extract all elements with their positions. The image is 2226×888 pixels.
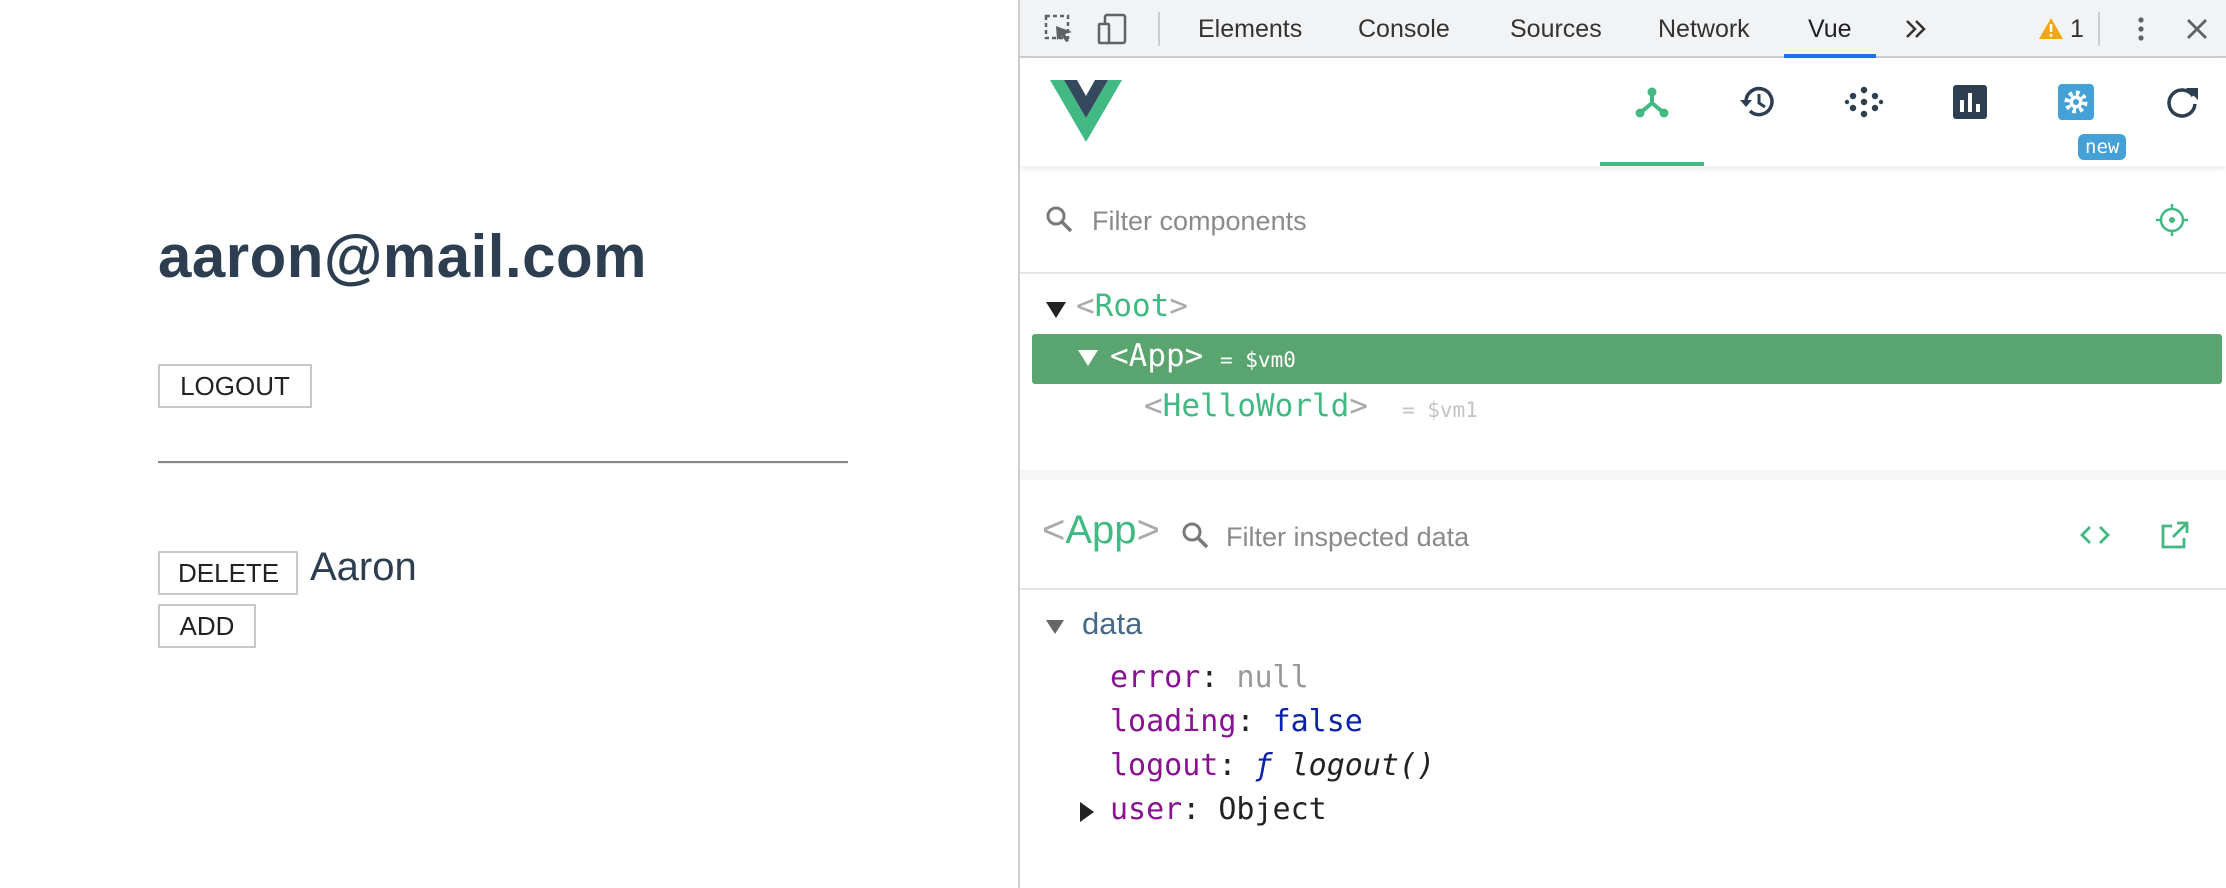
function-symbol: ƒ [1254, 748, 1273, 783]
warning-count[interactable]: 1 [2070, 0, 2084, 56]
component-name-text: Root [1094, 288, 1170, 324]
code-icon[interactable] [2078, 518, 2112, 552]
tab-console[interactable]: Console [1358, 0, 1450, 56]
prop-value: logout() [1290, 748, 1436, 783]
prop-key: error [1110, 660, 1201, 695]
history-icon [1740, 86, 1774, 117]
inspector-header: <App> [1020, 480, 2226, 590]
delete-button[interactable]: DELETE [158, 551, 298, 595]
prop-value[interactable]: null [1236, 660, 1308, 695]
expand-arrow-icon[interactable] [1080, 802, 1094, 822]
performance-icon [1953, 85, 1987, 119]
filter-inspected-data-input[interactable] [1224, 514, 1788, 560]
component-name-text: HelloWorld [1162, 388, 1350, 424]
inspect-element-icon[interactable] [1042, 12, 1076, 46]
logout-button[interactable]: LOGOUT [158, 364, 312, 408]
tab-elements[interactable]: Elements [1198, 0, 1302, 56]
collapse-arrow-icon[interactable] [1046, 620, 1064, 634]
vue-toolbar: new [1020, 58, 2226, 166]
open-in-editor-icon[interactable] [2158, 518, 2192, 552]
vm-reference: = $vm0 [1220, 348, 1296, 372]
components-icon [1635, 87, 1669, 118]
close-icon[interactable] [2180, 12, 2214, 46]
inspected-data: data error: null loading: false logout: … [1020, 598, 2226, 888]
select-component-crosshair-icon[interactable] [2154, 202, 2190, 238]
tab-network[interactable]: Network [1658, 0, 1750, 56]
expand-arrow-icon[interactable] [1046, 302, 1066, 318]
app-panel: aaron@mail.com LOGOUT DELETE Aaron ADD [0, 0, 1018, 888]
new-badge: new [2078, 134, 2127, 160]
refresh-tab[interactable] [2130, 58, 2226, 166]
refresh-icon [2167, 88, 2198, 118]
tree-node-root[interactable]: <Root> [1032, 284, 2222, 334]
toolbar-separator [1158, 12, 1160, 46]
component-name: <App> [1110, 338, 1204, 374]
toolbar-separator [2098, 12, 2100, 46]
components-tab[interactable] [1600, 58, 1704, 166]
data-prop-logout[interactable]: logout: ƒ logout() [1110, 748, 1435, 788]
device-toolbar-icon[interactable] [1096, 12, 1130, 46]
vuex-icon [1844, 86, 1884, 118]
prop-value[interactable]: false [1273, 704, 1363, 739]
pane-separator [1020, 470, 2226, 480]
filter-components-input[interactable] [1090, 198, 1794, 244]
component-name: <Root> [1076, 288, 1188, 324]
filter-components-bar [1020, 170, 2226, 274]
devtools-tabbar: Elements Console Sources Network Vue 1 [1020, 0, 2226, 58]
tab-vue[interactable]: Vue [1784, 0, 1875, 58]
add-button[interactable]: ADD [158, 604, 256, 648]
vm-reference: = $vm1 [1402, 398, 1478, 422]
search-icon [1182, 522, 1209, 549]
inspected-component-text: App [1065, 508, 1137, 552]
prop-value: Object [1218, 792, 1327, 827]
user-name: Aaron [310, 545, 417, 589]
vuex-tab[interactable] [1812, 58, 1916, 166]
performance-tab[interactable] [1918, 58, 2022, 166]
component-name-text: App [1128, 338, 1185, 374]
data-prop-user[interactable]: user: Object [1110, 792, 1327, 832]
data-section-title[interactable]: data [1082, 606, 1142, 642]
divider [158, 461, 848, 464]
tab-sources[interactable]: Sources [1510, 0, 1602, 56]
search-icon [1046, 206, 1073, 233]
prop-key: loading [1110, 704, 1237, 739]
tree-node-helloworld[interactable]: <HelloWorld> = $vm1 [1032, 384, 2222, 434]
component-name: <HelloWorld> [1144, 388, 1368, 424]
inspected-component-name: <App> [1042, 508, 1160, 552]
expand-arrow-icon[interactable] [1078, 350, 1098, 366]
component-tree: <Root> <App> = $vm0 <HelloWorld> = $vm1 [1020, 280, 2226, 480]
data-prop-loading[interactable]: loading: false [1110, 704, 1363, 744]
prop-key: logout [1110, 748, 1219, 783]
history-tab[interactable] [1706, 58, 1810, 166]
prop-key: user [1110, 792, 1183, 827]
kebab-menu-icon[interactable] [2124, 12, 2158, 46]
warning-icon[interactable] [2034, 12, 2068, 46]
chevron-double-right-icon[interactable] [1900, 12, 1934, 46]
vue-logo-icon [1050, 80, 1122, 142]
tree-node-app[interactable]: <App> = $vm0 [1032, 334, 2222, 384]
settings-icon [2058, 84, 2094, 120]
user-email-heading: aaron@mail.com [158, 223, 647, 290]
data-prop-error[interactable]: error: null [1110, 660, 1309, 700]
devtools-panel: Elements Console Sources Network Vue 1 n… [1018, 0, 2226, 888]
